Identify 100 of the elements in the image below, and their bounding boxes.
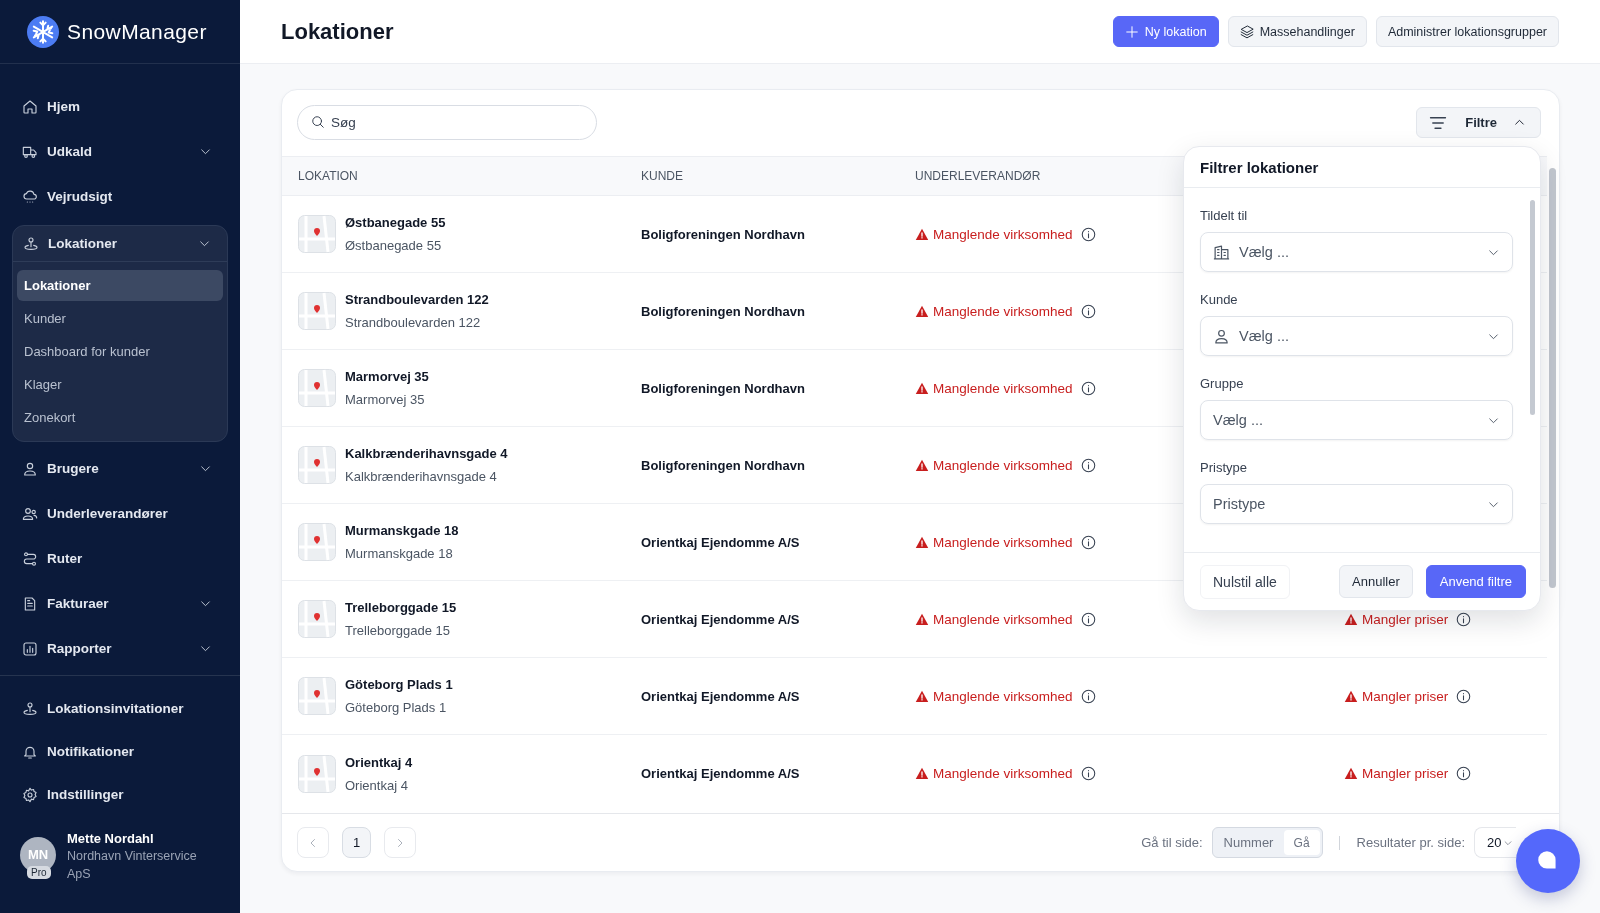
column-header: LOKATION [298,169,358,183]
info-icon[interactable] [1456,611,1472,627]
header-action-button[interactable]: Massehandlinger [1227,16,1367,47]
location-name: Murmanskgade 18 [345,522,459,540]
warning-icon [915,458,929,472]
select-field[interactable]: Vælg ... [1200,316,1513,356]
field-label: Kunde [1200,292,1239,308]
location-address: Murmanskgade 18 [345,545,454,563]
nav-subitem[interactable]: Lokationer [17,270,223,301]
location-name: Kalkbrænderihavnsgade 4 [345,445,508,463]
nav-item[interactable]: Vejrudsigt [12,174,228,219]
customer-name: Orientkaj Ejendomme A/S [641,611,800,627]
nav-item[interactable]: Lokationsinvitationer [12,687,228,730]
nav-item[interactable]: Udkald [12,129,228,174]
location-address: Østbanegade 55 [345,237,443,255]
search-field[interactable]: Søg [297,105,597,140]
user-name: Mette Nordahl [67,830,155,847]
page-number-input[interactable]: Nummer [1223,835,1284,850]
scrollbar-thumb[interactable] [1530,200,1535,415]
header-action-button[interactable]: Ny lokation [1112,16,1219,47]
map-thumbnail [298,754,336,793]
warning-text: Manglende virksomhed [933,688,1073,704]
warning-icon [915,689,929,703]
users-icon [22,505,38,522]
customer-name: Boligforeningen Nordhavn [641,303,805,319]
per-page-select[interactable]: 20 [1474,827,1516,858]
warning-text: Mangler priser [1362,611,1449,627]
cloud-icon [22,188,38,205]
go-button[interactable]: Gå [1283,830,1320,855]
nav-item[interactable]: Ruter [12,536,228,581]
info-icon[interactable] [1080,457,1096,473]
info-icon[interactable] [1080,534,1096,550]
location-name: Göteborg Plads 1 [345,676,453,694]
panel-button[interactable]: Nulstil alle [1200,564,1290,599]
info-icon[interactable] [1080,766,1096,781]
field-label: Tildelt til [1200,208,1249,224]
warning-icon [1344,689,1358,703]
nav-item[interactable]: Underleverandører [12,491,228,536]
home-icon [22,98,38,115]
location-address: Trelleborggade 15 [345,622,452,640]
page-jump-field[interactable]: Nummer Gå [1211,827,1323,858]
route-icon [22,550,38,567]
info-icon[interactable] [1080,226,1096,242]
document-icon [22,595,38,612]
location-name: Orientkaj 4 [345,753,413,772]
select-field[interactable]: Pristype [1200,484,1513,524]
info-icon[interactable] [1080,611,1096,627]
customer-name: Boligforeningen Nordhavn [641,380,805,396]
bar-chart-icon [22,640,38,657]
map-thumbnail [298,446,336,484]
nav-item[interactable]: Lokationer [13,226,227,262]
nav-item[interactable]: Rapporter [12,626,228,671]
location-address: Strandboulevarden 122 [345,314,482,332]
panel-button[interactable]: Anvend filtre [1425,565,1526,598]
nav-item[interactable]: Hjem [12,84,228,129]
info-icon[interactable] [1456,766,1472,781]
nav-item[interactable]: Brugere [12,446,228,491]
info-icon[interactable] [1456,688,1472,704]
nav-subitem[interactable]: Zonekort [17,402,223,433]
nav-item[interactable]: Fakturaer [12,581,228,626]
customer-name: Boligforeningen Nordhavn [641,226,805,242]
location-name: Trelleborggade 15 [345,599,457,617]
warning-text: Mangler priser [1362,688,1449,704]
customer-name: Orientkaj Ejendomme A/S [641,688,800,704]
warning-icon [915,535,929,549]
page-title: Lokationer [281,18,394,45]
panel-button[interactable]: Annuller [1339,565,1413,598]
map-thumbnail [298,523,336,561]
settings-icon [22,786,38,803]
field-label: Gruppe [1200,376,1245,392]
header-action-button[interactable]: Administrer lokationsgrupper [1375,16,1559,47]
location-name: Østbanegade 55 [345,214,446,232]
results-per-page-label: Resultater pr. side: [1356,835,1465,850]
nav-subitem[interactable]: Kunder [17,303,223,334]
map-thumbnail [298,600,336,638]
info-icon[interactable] [1080,303,1096,319]
warning-icon [915,612,929,626]
nav-item[interactable]: Notifikationer [12,730,228,773]
filter-button[interactable]: Filtre [1416,107,1541,138]
warning-icon [915,304,929,318]
info-icon[interactable] [1080,380,1096,396]
location-address: Orientkaj 4 [345,776,409,795]
map-thumbnail [298,215,336,253]
snowflake-logo-icon [27,15,59,48]
location-address: Marmorvej 35 [345,391,426,409]
nav-subitem[interactable]: Dashboard for kunder [17,336,223,367]
info-icon[interactable] [1080,688,1096,704]
nav-subitem[interactable]: Klager [17,369,223,400]
select-field[interactable]: Vælg ... [1200,400,1513,440]
location-address: Kalkbrænderihavnsgade 4 [345,468,498,486]
nav-item[interactable]: Indstillinger [12,773,228,816]
customer-name: Orientkaj Ejendomme A/S [641,766,800,781]
warning-icon [915,227,929,241]
warning-text: Manglende virksomhed [933,303,1073,319]
scrollbar-thumb[interactable] [1549,168,1556,588]
map-thumbnail [298,677,336,715]
location-name: Strandboulevarden 122 [345,291,489,309]
page-button[interactable]: 1 [342,827,371,858]
warning-text: Manglende virksomhed [933,226,1073,242]
select-field[interactable]: Vælg ... [1200,232,1513,272]
